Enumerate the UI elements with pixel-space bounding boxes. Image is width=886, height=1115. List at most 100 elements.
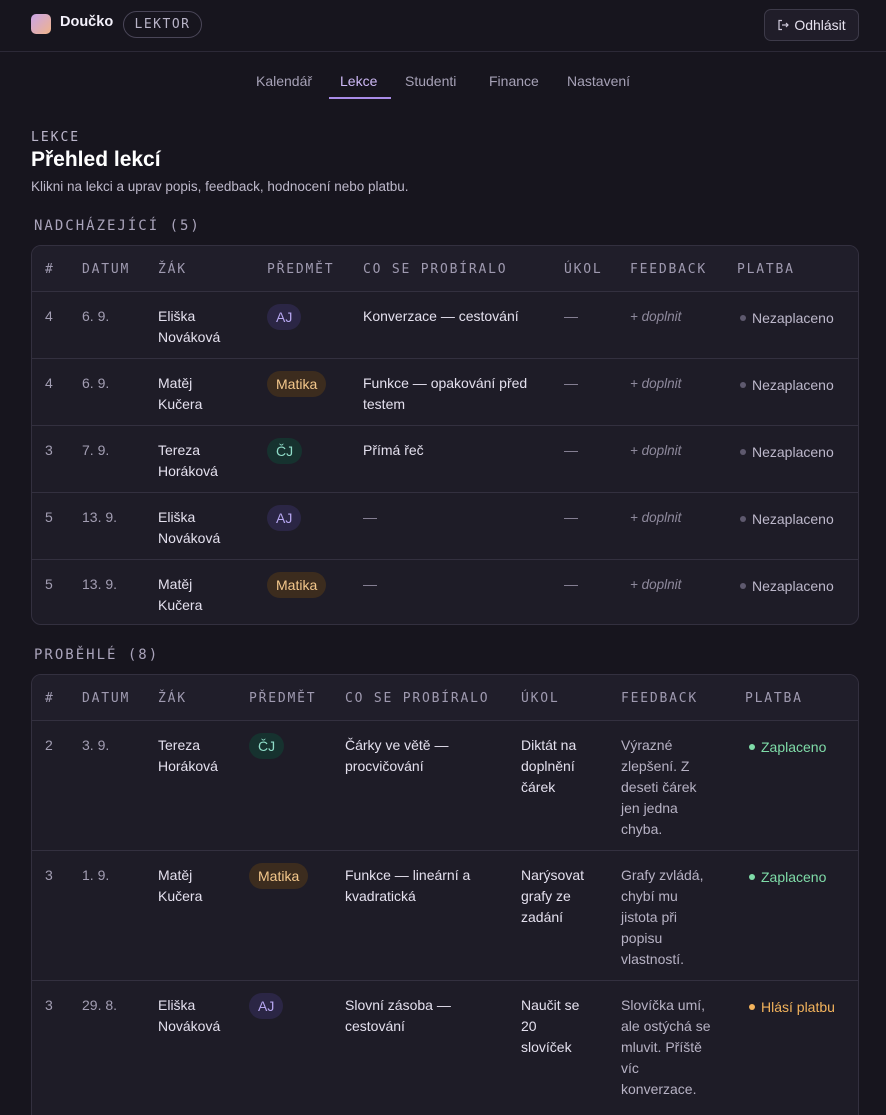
text-line: jistota při [621, 909, 678, 925]
col-header-date: DATUM [82, 262, 131, 277]
payment-status[interactable]: Nezaplaceno [740, 444, 834, 460]
status-dot-icon [740, 583, 746, 589]
status-dot-icon [740, 315, 746, 321]
text-line: Horáková [158, 758, 218, 774]
lesson-topic: Funkce — lineární a kvadratická [345, 865, 515, 907]
tab-finance[interactable]: Finance [489, 73, 539, 89]
payment-status[interactable]: Zaplaceno [749, 869, 826, 885]
tab-kalendar[interactable]: Kalendář [256, 73, 312, 89]
row-number: 3 [45, 867, 53, 883]
text-line: doplnění [521, 758, 575, 774]
past-section-label: PROBĚHLÉ (8) [34, 647, 160, 663]
add-feedback-link[interactable]: + doplnit [630, 507, 681, 528]
add-feedback-link[interactable]: + doplnit [630, 373, 681, 394]
text-line: Tereza [158, 442, 201, 458]
brand-name: Doučko [60, 14, 114, 30]
payment-status-label: Zaplaceno [761, 739, 827, 755]
row-number: 2 [45, 737, 53, 753]
subject-badge: AJ [267, 304, 302, 330]
status-dot-icon [749, 744, 755, 750]
add-feedback-link[interactable]: + doplnit [630, 306, 681, 327]
row-number: 4 [45, 375, 53, 391]
table-row[interactable]: 2 3. 9. Tereza Horáková ČJ Čárky ve větě — pro… [32, 721, 858, 851]
payment-status[interactable]: Hlásí platbu [749, 999, 835, 1015]
text-line: popisu [621, 930, 663, 946]
table-row[interactable]: 3 29. 8. Eliška Nováková AJ Slovní zásoba — ce… [32, 981, 858, 1111]
text-line: Slovní zásoba — [345, 997, 451, 1013]
col-header-student: ŽÁK [158, 691, 187, 706]
student-name: Eliška Nováková [158, 306, 220, 348]
text-line: slovíček [521, 1039, 572, 1055]
text-line: čárek [521, 779, 556, 795]
col-header-payment: PLATBA [737, 262, 795, 277]
col-header-feedback: FEEDBACK [621, 691, 699, 706]
lesson-task: — [564, 509, 578, 525]
subject-badge: ČJ [267, 438, 303, 464]
payment-status[interactable]: Nezaplaceno [740, 310, 834, 326]
subject-badge: Matika [267, 371, 327, 397]
col-header-task: ÚKOL [564, 262, 603, 277]
table-row[interactable]: 3 1. 9. Matěj Kučera Matika Funkce — lineární… [32, 851, 858, 981]
add-feedback-link[interactable]: + doplnit [630, 440, 681, 461]
status-dot-icon [740, 382, 746, 388]
lesson-topic: — [363, 574, 548, 595]
payment-status[interactable]: Zaplaceno [749, 739, 826, 755]
payment-status[interactable]: Nezaplaceno [740, 377, 834, 393]
text-line: Narýsovat [521, 867, 585, 883]
lesson-topic: — [363, 507, 548, 528]
status-dot-icon [749, 874, 755, 880]
table-header: # DATUM ŽÁK PŘEDMĚT CO SE PROBÍRALO ÚKOL… [32, 246, 858, 292]
table-header: # DATUM ŽÁK PŘEDMĚT CO SE PROBÍRALO ÚKOL… [32, 675, 858, 721]
text-line: Eliška [158, 997, 196, 1013]
student-name: Tereza Horáková [158, 735, 218, 777]
payment-status[interactable]: Nezaplaceno [740, 578, 834, 594]
status-dot-icon [749, 1004, 755, 1010]
upcoming-lessons-table: # DATUM ŽÁK PŘEDMĚT CO SE PROBÍRALO ÚKOL… [31, 245, 859, 625]
text-line: jen jedna [621, 800, 678, 816]
table-row[interactable]: 5 13. 9. Matěj Kučera Matika — — + doplnit Nezap… [32, 560, 858, 624]
tab-lekce[interactable]: Lekce [340, 73, 377, 89]
tab-nastaveni[interactable]: Nastavení [567, 73, 630, 89]
col-header-payment: PLATBA [745, 691, 803, 706]
col-header-date: DATUM [82, 691, 131, 706]
text-line: mluvit. Příště [621, 1039, 702, 1055]
text-line: — [363, 509, 377, 525]
logo-icon [31, 14, 51, 34]
text-line: grafy ze [521, 888, 571, 904]
text-line: Konverzace — cestování [363, 308, 519, 324]
text-line: Tereza [158, 737, 201, 753]
lesson-feedback: Grafy zvládá, chybí mu jistota při popisu vl… [621, 865, 741, 970]
table-row[interactable]: 4 6. 9. Eliška Nováková AJ Konverzace — cesto… [32, 292, 858, 359]
table-row[interactable]: 4 6. 9. Matěj Kučera Matika Funkce — opakován… [32, 359, 858, 426]
add-feedback-link[interactable]: + doplnit [630, 574, 681, 595]
text-line: Kučera [158, 888, 203, 904]
col-header-topic: CO SE PROBÍRALO [345, 691, 490, 706]
page-eyebrow: LEKCE [31, 130, 81, 145]
lesson-feedback: Slovíčka umí, ale ostýchá se mluvit. Příšt… [621, 995, 741, 1100]
table-row[interactable]: 3 7. 9. Tereza Horáková ČJ Přímá řeč — + doplni… [32, 426, 858, 493]
tab-studenti[interactable]: Studenti [405, 73, 456, 89]
lesson-task: Diktát na doplnění čárek [521, 735, 616, 798]
student-name: Eliška Nováková [158, 507, 220, 549]
payment-status-label: Nezaplaceno [752, 578, 834, 594]
student-name: Tereza Horáková [158, 440, 218, 482]
row-number: 3 [45, 997, 53, 1013]
text-line: procvičování [345, 758, 424, 774]
lesson-task: — [564, 375, 578, 391]
logout-button[interactable]: Odhlásit [764, 9, 859, 41]
lesson-date: 7. 9. [82, 442, 110, 458]
lesson-topic: Konverzace — cestování [363, 306, 548, 327]
row-number: 5 [45, 576, 53, 592]
student-name: Matěj Kučera [158, 574, 202, 616]
logout-label: Odhlásit [794, 17, 846, 33]
text-line: Matěj [158, 375, 193, 391]
text-line: chyba. [621, 821, 663, 837]
lesson-task: — [564, 442, 578, 458]
text-line: konverzace. [621, 1081, 697, 1097]
student-name: Eliška Nováková [158, 995, 220, 1037]
payment-status[interactable]: Nezaplaceno [740, 511, 834, 527]
lesson-date: 6. 9. [82, 375, 110, 391]
table-row[interactable]: 5 13. 9. Eliška Nováková AJ — — + doplnit Nezapl… [32, 493, 858, 560]
col-header-num: # [45, 691, 55, 706]
upcoming-section-label: NADCHÁZEJÍCÍ (5) [34, 218, 201, 234]
